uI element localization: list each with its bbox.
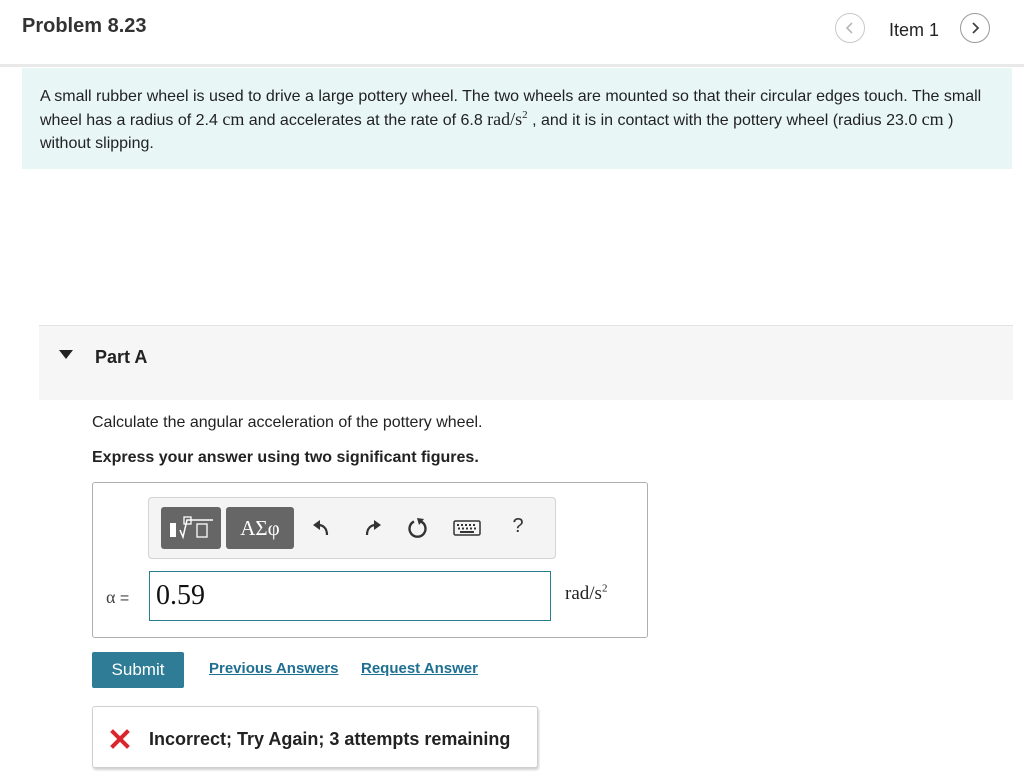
next-item-button[interactable] (960, 13, 990, 43)
undo-button[interactable] (309, 516, 333, 540)
previous-item-button[interactable] (835, 13, 865, 43)
unit-cm: cm (921, 109, 944, 129)
answer-unit-base: rad/s (565, 583, 602, 604)
header-divider (0, 64, 1024, 67)
answer-unit: rad/s2 (565, 583, 607, 605)
answer-variable: α (106, 587, 116, 607)
intro-text: and accelerates at the rate of 6.8 (244, 112, 488, 129)
undo-icon (313, 520, 329, 536)
unit-rate-base: rad/s (487, 109, 523, 129)
symbols-button[interactable]: ΑΣφ (226, 507, 294, 549)
feedback-text: Incorrect; Try Again; 3 attempts remaini… (149, 729, 511, 749)
intro-text: , and it is in contact with the pottery … (527, 112, 922, 129)
templates-icon (170, 516, 213, 540)
caret-down-icon (59, 350, 73, 359)
chevron-left-icon (845, 22, 853, 34)
unit-rate: rad/s2 (487, 109, 528, 129)
reset-button[interactable] (406, 516, 430, 540)
x-icon (110, 729, 130, 749)
part-a-header[interactable]: Part A (39, 325, 1013, 400)
item-label: Item 1 (889, 20, 940, 40)
equals-sign: = (119, 590, 130, 607)
feedback-box: Incorrect; Try Again; 3 attempts remaini… (92, 706, 538, 768)
part-title: Part A (95, 347, 148, 367)
header: Problem 8.23 Item 1 (0, 0, 1024, 64)
chevron-right-icon (972, 22, 980, 34)
keyboard-button[interactable] (453, 516, 481, 540)
unit-cm: cm (222, 109, 245, 129)
submit-button[interactable]: Submit (92, 652, 184, 688)
instruction-text: Express your answer using two significan… (92, 449, 479, 466)
answer-unit-exponent: 2 (601, 582, 608, 595)
redo-icon (365, 520, 381, 536)
keyboard-icon (453, 520, 481, 536)
reset-icon (408, 518, 427, 538)
question-text: Calculate the angular acceleration of th… (92, 414, 483, 431)
math-toolbar: ΑΣφ ? (148, 497, 556, 559)
answer-label: α = (106, 587, 129, 608)
help-button[interactable]: ? (506, 514, 530, 538)
previous-answers-link[interactable]: Previous Answers (209, 660, 339, 677)
problem-intro: A small rubber wheel is used to drive a … (22, 68, 1012, 169)
answer-box: ΑΣφ ? α = 0.59 rad/s2 (92, 482, 648, 638)
problem-title: Problem 8.23 (22, 15, 147, 37)
redo-button[interactable] (361, 516, 385, 540)
answer-input[interactable] (149, 571, 551, 621)
templates-button[interactable] (161, 507, 221, 549)
request-answer-link[interactable]: Request Answer (361, 660, 478, 677)
